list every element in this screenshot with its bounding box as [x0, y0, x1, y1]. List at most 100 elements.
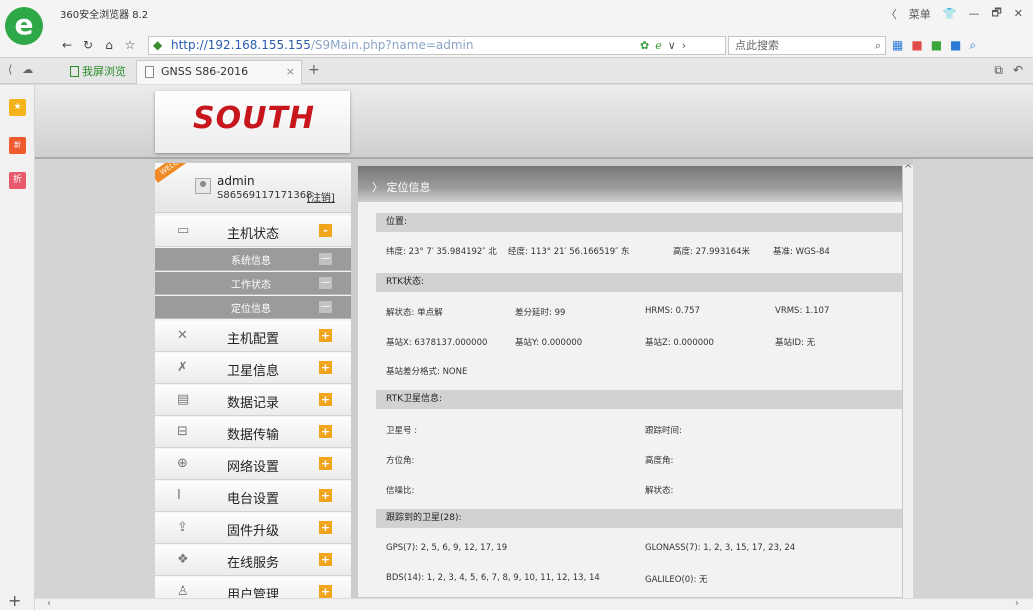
base-id: 基站ID: 无	[775, 338, 816, 348]
tab-right-tools: ⧉ ↶	[994, 63, 1023, 78]
tab-nav: ⟨ ☁	[8, 63, 33, 76]
submenu-position-info[interactable]: 定位信息 —	[155, 296, 351, 319]
menu-host-config[interactable]: ✕ 主机配置 +	[155, 321, 351, 352]
menu-data-transfer[interactable]: ⊟ 数据传输 +	[155, 417, 351, 448]
horizontal-scrollbar[interactable]: ‹ ›	[35, 598, 1033, 610]
submenu-system-info[interactable]: 系统信息 —	[155, 248, 351, 271]
expand-toggle-icon[interactable]: +	[319, 457, 332, 470]
scroll-right-icon[interactable]: ›	[1015, 598, 1019, 609]
upload-icon: ⇪	[177, 520, 188, 535]
section-rtk-status: RTK状态:	[376, 273, 902, 292]
search-input[interactable]: 点此搜索 ⌕	[728, 36, 886, 55]
welcome-box: WELCOME admin S86569117171368 [注销]	[155, 163, 351, 213]
menu-button[interactable]: 菜单	[905, 6, 935, 22]
glonass-satellites: GLONASS(7): 1, 2, 3, 15, 17, 23, 24	[645, 543, 796, 553]
satellite-solution-status: 解状态:	[645, 486, 674, 496]
forward-icon[interactable]: ›	[682, 39, 686, 52]
submenu-work-status[interactable]: 工作状态 —	[155, 272, 351, 295]
submenu-toggle-icon[interactable]: —	[319, 253, 332, 265]
cloud-icon[interactable]: ☁	[22, 63, 33, 76]
close-button[interactable]: ✕	[1010, 7, 1027, 20]
monitor-icon: ▭	[177, 223, 190, 238]
back-history-icon[interactable]: 〈	[882, 6, 901, 22]
nav-buttons: ← ↻ ⌂ ☆	[58, 37, 139, 54]
url-host: http://192.168.155.155	[171, 38, 311, 52]
add-sidebar-icon[interactable]: +	[8, 591, 21, 610]
radio-icon: Ⅰ	[177, 488, 181, 503]
split-view-label: 我屏浏览	[82, 65, 126, 78]
news-icon[interactable]: 新	[9, 137, 26, 154]
logout-link[interactable]: [注销]	[307, 189, 335, 204]
panel-scrollbar[interactable]: ^	[903, 164, 913, 598]
search-ext-icon[interactable]: ⌕	[969, 38, 976, 53]
snr: 信噪比:	[386, 486, 415, 496]
new-tab-button[interactable]: +	[308, 62, 320, 78]
panel-header: 〉 定位信息	[358, 166, 902, 202]
menu-label: 在线服务	[227, 556, 280, 571]
translate-icon[interactable]: ■	[950, 38, 961, 53]
favorite-star-icon[interactable]: ☆	[121, 37, 139, 54]
menu-label: 数据传输	[227, 428, 280, 443]
expand-toggle-icon[interactable]: +	[319, 585, 332, 598]
discount-icon[interactable]: 折	[9, 172, 26, 189]
compat-icon[interactable]: ℯ	[655, 39, 662, 52]
undo-close-icon[interactable]: ↶	[1013, 63, 1023, 78]
tab-close-icon[interactable]: ×	[286, 61, 295, 83]
apps-icon[interactable]: ▦	[892, 38, 903, 53]
menu-network-settings[interactable]: ⊕ 网络设置 +	[155, 449, 351, 480]
search-icon[interactable]: ⌕	[875, 37, 881, 54]
expand-toggle-icon[interactable]: +	[319, 489, 332, 502]
split-view-button[interactable]: 我屏浏览	[70, 63, 126, 79]
tab-list-icon[interactable]: ⟨	[8, 63, 12, 76]
chat-icon[interactable]: ■	[931, 38, 942, 53]
speed-icon[interactable]: ✿	[640, 39, 649, 52]
avatar-icon	[195, 178, 211, 194]
minimize-button[interactable]: —	[964, 7, 983, 20]
network-icon: ⊟	[177, 424, 188, 439]
scroll-up-icon[interactable]: ^	[904, 164, 912, 175]
back-icon[interactable]: ←	[58, 37, 76, 54]
menu-host-status[interactable]: ▭ 主机状态 -	[155, 216, 351, 247]
menu-label: 用户管理	[227, 588, 280, 598]
menu-user-management[interactable]: ♙ 用户管理 +	[155, 577, 351, 598]
page-icon	[145, 66, 154, 78]
collapse-toggle-icon[interactable]: -	[319, 224, 332, 237]
menu-radio-settings[interactable]: Ⅰ 电台设置 +	[155, 481, 351, 512]
tab-gnss[interactable]: GNSS S86-2016 ×	[136, 60, 302, 84]
favorites-star-icon[interactable]: ★	[9, 99, 26, 116]
tab-strip: ⟨ ☁ 我屏浏览 GNSS S86-2016 × + ⧉ ↶	[0, 58, 1033, 84]
menu-satellite-info[interactable]: ✗ 卫星信息 +	[155, 353, 351, 384]
submenu-toggle-icon[interactable]: —	[319, 301, 332, 313]
home-icon[interactable]: ⌂	[100, 37, 118, 54]
south-logo: SOUTH	[193, 101, 316, 136]
browser-title: 360安全浏览器 8.2	[60, 10, 149, 21]
username: admin	[217, 174, 255, 188]
globe-icon: ⊕	[177, 456, 188, 471]
menu-firmware-upgrade[interactable]: ⇪ 固件升级 +	[155, 513, 351, 544]
welcome-ribbon: WELCOME	[155, 163, 201, 183]
expand-toggle-icon[interactable]: +	[319, 521, 332, 534]
menu-data-record[interactable]: ▤ 数据记录 +	[155, 385, 351, 416]
expand-toggle-icon[interactable]: +	[319, 553, 332, 566]
menu-label: 电台设置	[227, 492, 280, 507]
browser-logo-icon: e	[5, 7, 43, 45]
maximize-button[interactable]: 🗗	[987, 4, 1005, 23]
submenu-toggle-icon[interactable]: —	[319, 277, 332, 289]
menu-online-service[interactable]: ❖ 在线服务 +	[155, 545, 351, 576]
expand-toggle-icon[interactable]: +	[319, 393, 332, 406]
elevation: 高度角:	[645, 456, 674, 466]
expand-toggle-icon[interactable]: +	[319, 329, 332, 342]
mail-icon[interactable]: ■	[911, 38, 922, 53]
menu-label: 卫星信息	[227, 364, 280, 379]
skin-icon[interactable]: 👕	[939, 7, 961, 20]
dropdown-chevron-icon[interactable]: ∨	[668, 39, 676, 52]
restore-tab-icon[interactable]: ⧉	[994, 63, 1003, 78]
expand-toggle-icon[interactable]: +	[319, 361, 332, 374]
expand-toggle-icon[interactable]: +	[319, 425, 332, 438]
solution-status: 解状态: 单点解	[386, 308, 443, 318]
refresh-icon[interactable]: ↻	[79, 37, 97, 54]
scroll-left-icon[interactable]: ‹	[47, 598, 51, 609]
tracking-time: 跟踪时间:	[645, 426, 682, 436]
menu-label: 数据记录	[227, 396, 280, 411]
menu-label: 主机状态	[227, 227, 280, 242]
